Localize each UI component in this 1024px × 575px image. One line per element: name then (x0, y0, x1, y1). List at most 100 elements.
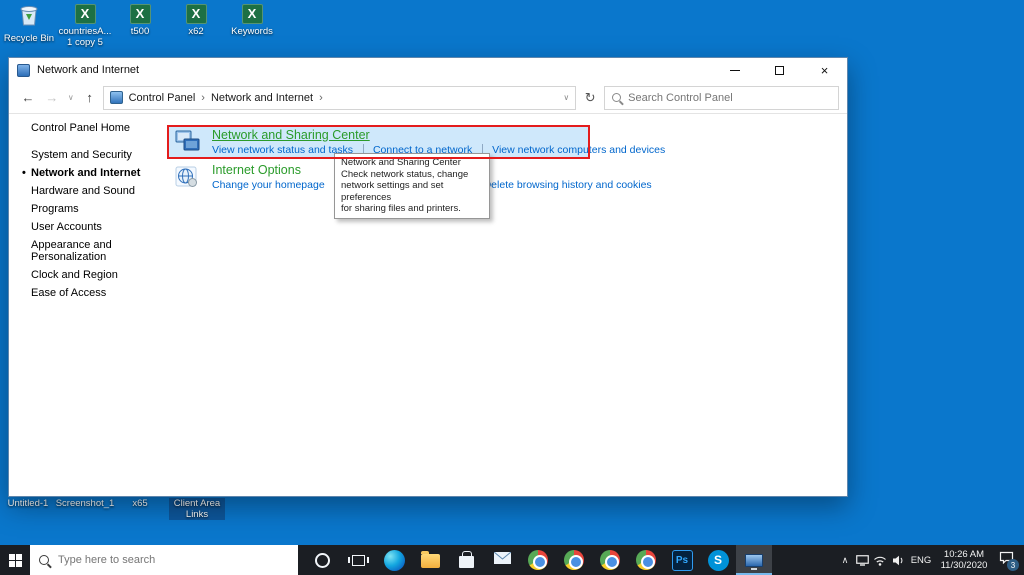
taskbar-search-box[interactable] (30, 545, 298, 575)
desktop-icon-countries-file[interactable]: X countriesA... 1 copy 5 (58, 4, 112, 48)
taskbar-search-input[interactable] (58, 554, 289, 566)
taskbar: Ps S ∧ ENG 10:26 AM 11/30/2020 (0, 545, 1024, 575)
hidden-icons-chevron[interactable]: ∧ (837, 555, 853, 566)
control-panel-search-box[interactable] (604, 86, 839, 110)
wifi-icon[interactable] (871, 555, 889, 566)
desktop-icon-screenshot[interactable]: Screenshot_1 (55, 498, 115, 509)
desktop-icon-x62[interactable]: X x62 (169, 4, 223, 37)
taskbar-control-panel-active[interactable] (736, 545, 772, 575)
maximize-button[interactable] (757, 58, 802, 82)
tooltip-text: Check network status, change (341, 169, 483, 181)
desktop-icon-client-area-links[interactable]: Client Area Links (169, 498, 225, 520)
notification-badge: 3 (1007, 559, 1019, 571)
cortana-icon (315, 553, 330, 568)
breadcrumb-network-and-internet[interactable]: Network and Internet (211, 92, 313, 104)
desktop-icon-label: Keywords (231, 26, 273, 37)
tooltip-title: Network and Sharing Center (341, 157, 483, 169)
taskbar-chrome-4[interactable] (628, 545, 664, 575)
tooltip-text: network settings and set preferences (341, 180, 483, 203)
forward-button[interactable]: → (41, 90, 63, 105)
taskbar-edge[interactable] (376, 545, 412, 575)
volume-icon[interactable] (889, 555, 907, 566)
desktop-icon-x65[interactable]: x65 (118, 498, 162, 509)
notification-button[interactable]: 3 (993, 551, 1019, 569)
chevron-icon: › (319, 92, 323, 104)
desktop-icon-label: t500 (131, 26, 150, 37)
excel-file-icon: X (186, 4, 207, 24)
internet-options-icon (175, 165, 199, 194)
taskbar-cortana[interactable] (304, 545, 340, 575)
address-bar[interactable]: Control Panel › Network and Internet › ∨ (103, 86, 577, 110)
desktop-icon-untitled[interactable]: Untitled-1 (2, 498, 54, 509)
taskbar-photoshop[interactable]: Ps (664, 545, 700, 575)
sidebar-item-clock-region[interactable]: Clock and Region (31, 269, 165, 281)
excel-file-icon: X (75, 4, 96, 24)
sidebar-item-network-internet[interactable]: Network and Internet (31, 167, 165, 179)
start-button[interactable] (0, 545, 30, 575)
sidebar-item-system-security[interactable]: System and Security (31, 149, 165, 161)
sidebar-item-appearance-personalization[interactable]: Appearance and Personalization (31, 239, 135, 263)
taskbar-file-explorer[interactable] (412, 545, 448, 575)
close-icon: × (821, 64, 829, 77)
taskbar-chrome-1[interactable] (520, 545, 556, 575)
task-view-icon (352, 555, 365, 566)
search-input[interactable] (628, 92, 831, 104)
taskbar-task-view[interactable] (340, 545, 376, 575)
refresh-button[interactable]: ↻ (578, 90, 602, 106)
link-delete-browsing-history[interactable]: Delete browsing history and cookies (474, 179, 652, 191)
desktop-icon-label-line2: Links (171, 509, 223, 520)
internet-options-link[interactable]: Internet Options (212, 163, 301, 177)
desktop-icon-keywords[interactable]: X Keywords (225, 4, 279, 37)
link-view-network-computers[interactable]: View network computers and devices (482, 144, 665, 156)
desktop-icon-recycle-bin[interactable]: Recycle Bin (2, 4, 56, 44)
file-explorer-icon (421, 554, 440, 568)
window-icon (17, 64, 30, 77)
network-sharing-center-icon (175, 130, 201, 159)
chevron-icon: › (201, 92, 205, 104)
breadcrumb-control-panel[interactable]: Control Panel (129, 92, 196, 104)
language-indicator[interactable]: ENG (907, 555, 935, 566)
link-view-network-status[interactable]: View network status and tasks (212, 144, 353, 156)
tooltip-text: for sharing files and printers. (341, 203, 483, 215)
date-text: 11/30/2020 (935, 560, 993, 571)
link-change-homepage[interactable]: Change your homepage (212, 179, 325, 191)
navigation-bar: ← → ∨ ↑ Control Panel › Network and Inte… (9, 82, 847, 114)
taskbar-mail[interactable] (484, 545, 520, 575)
tooltip: Network and Sharing Center Check network… (334, 153, 490, 219)
taskbar-chrome-3[interactable] (592, 545, 628, 575)
minimize-button[interactable] (712, 58, 757, 82)
sidebar-item-user-accounts[interactable]: User Accounts (31, 221, 165, 233)
desktop-icon-label: countriesA... (59, 26, 112, 37)
recent-pages-dropdown[interactable]: ∨ (65, 93, 77, 102)
excel-letter: X (242, 4, 263, 24)
sidebar-item-ease-of-access[interactable]: Ease of Access (31, 287, 165, 299)
recycle-bin-icon (19, 4, 39, 31)
clock[interactable]: 10:26 AM 11/30/2020 (935, 549, 993, 571)
system-tray: ∧ ENG 10:26 AM 11/30/2020 3 (837, 545, 1024, 575)
windows-logo-icon (9, 554, 22, 567)
desktop: Recycle Bin X countriesA... 1 copy 5 X t… (0, 0, 1024, 575)
search-icon (612, 93, 621, 102)
desktop-icon-label: Client Area (171, 498, 223, 509)
chrome-icon (564, 550, 584, 570)
desktop-icon-t500[interactable]: X t500 (113, 4, 167, 37)
sidebar-item-hardware-sound[interactable]: Hardware and Sound (31, 185, 165, 197)
taskbar-chrome-2[interactable] (556, 545, 592, 575)
up-button[interactable]: ↑ (79, 90, 101, 105)
sidebar-item-programs[interactable]: Programs (31, 203, 165, 215)
taskbar-skype[interactable]: S (700, 545, 736, 575)
sidebar-item-home[interactable]: Control Panel Home (31, 122, 165, 134)
address-dropdown[interactable]: ∨ (563, 93, 569, 102)
excel-letter: X (186, 4, 207, 24)
taskbar-store[interactable] (448, 545, 484, 575)
network-status-icon[interactable] (853, 555, 871, 566)
back-button[interactable]: ← (17, 90, 39, 105)
taskbar-apps: Ps S (304, 545, 772, 575)
desktop-icon-label: x62 (188, 26, 203, 37)
close-button[interactable]: × (802, 58, 847, 82)
minimize-icon (730, 70, 740, 71)
skype-icon: S (708, 550, 729, 571)
title-bar: Network and Internet × (9, 58, 847, 82)
network-sharing-center-link[interactable]: Network and Sharing Center (212, 128, 370, 142)
chrome-icon (636, 550, 656, 570)
